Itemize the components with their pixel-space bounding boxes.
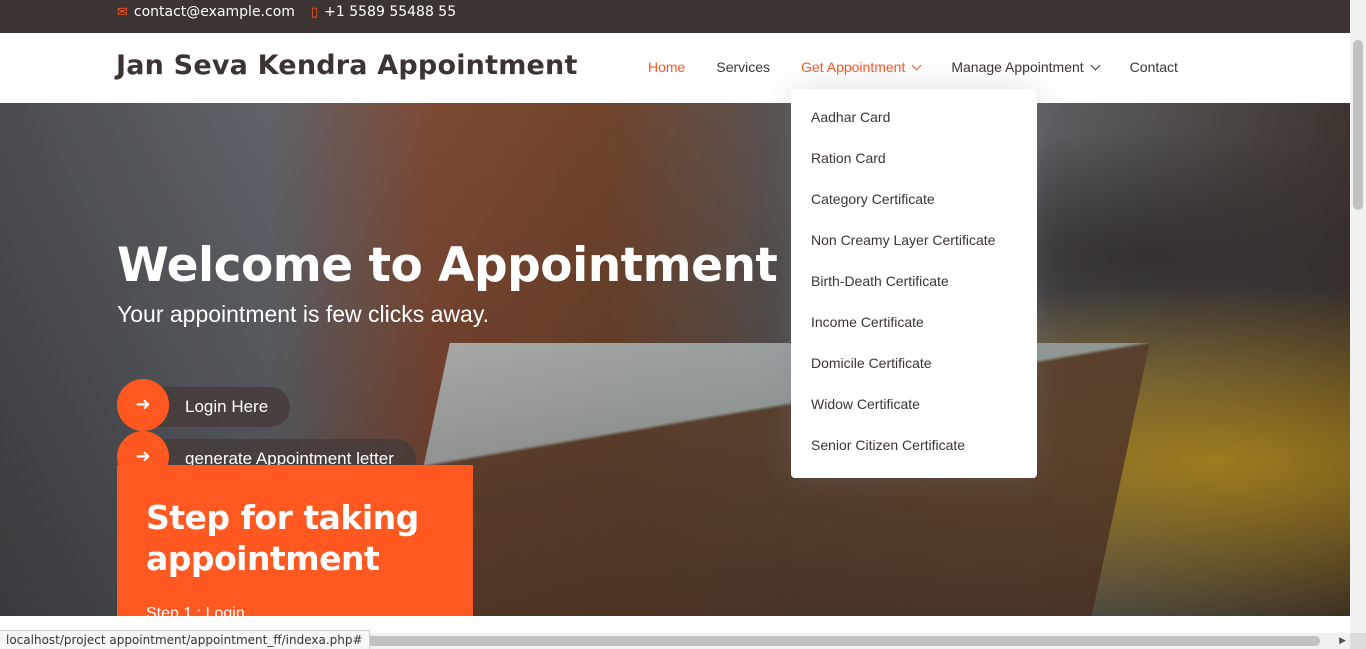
phone-text: +1 5589 55488 55 [324,4,457,20]
email-text: contact@example.com [133,4,295,20]
steps-card: Step for taking appointment Step 1 : Log… [117,465,473,616]
vertical-scrollbar[interactable] [1350,0,1366,633]
dropdown-item-income-certificate[interactable]: Income Certificate [791,314,1037,355]
browser-status-url: localhost/project appointment/appointmen… [0,630,370,649]
steps-title: Step for taking appointment [146,498,419,578]
nav-home-label: Home [648,59,686,75]
dropdown-item-non-creamy-layer[interactable]: Non Creamy Layer Certificate [791,232,1037,273]
nav-services-label: Services [716,59,771,75]
login-button[interactable]: ➜ Login Here [117,378,291,431]
dropdown-item-domicile-certificate[interactable]: Domicile Certificate [791,355,1037,396]
dropdown-item-aadhar-card[interactable]: Aadhar Card [791,109,1037,150]
contact-email[interactable]: ✉ contact@example.com [117,4,295,20]
dropdown-item-category-certificate[interactable]: Category Certificate [791,191,1037,232]
phone-icon: ▯ [311,4,319,20]
nav-get-appointment[interactable]: Get Appointment [801,59,922,75]
contact-phone[interactable]: ▯ +1 5589 55488 55 [311,4,456,20]
hero-subtitle: Your appointment is few clicks away. [117,301,490,327]
main-nav: Home Services Get Appointment Manage App… [648,59,1209,75]
chevron-down-icon [1090,60,1101,70]
dropdown-item-ration-card[interactable]: Ration Card [791,150,1037,191]
dropdown-item-senior-citizen[interactable]: Senior Citizen Certificate [791,437,1037,478]
dropdown-item-birth-death[interactable]: Birth-Death Certificate [791,273,1037,314]
step-1: Step 1 : Login. [146,605,250,616]
nav-manage-appointment-label: Manage Appointment [951,59,1084,75]
dropdown-item-widow-certificate[interactable]: Widow Certificate [791,396,1037,437]
nav-get-appointment-label: Get Appointment [801,59,906,75]
envelope-icon: ✉ [117,4,128,20]
nav-services[interactable]: Services [716,59,770,75]
nav-contact[interactable]: Contact [1130,59,1178,75]
nav-contact-label: Contact [1129,59,1178,75]
hero-title: Welcome to Appointment [117,238,778,293]
chevron-down-icon [911,60,922,70]
login-button-label: Login Here [155,387,291,427]
vertical-scroll-thumb[interactable] [1353,40,1363,210]
arrow-right-icon: ➜ [117,378,169,431]
hero-section: Welcome to Appointment Your appointment … [0,103,1350,616]
get-appointment-dropdown: Aadhar Card Ration Card Category Certifi… [791,89,1037,478]
site-header: Jan Seva Kendra Appointment Home Service… [0,33,1350,103]
top-info-bar: ✉ contact@example.com ▯ +1 5589 55488 55 [0,0,1350,33]
nav-home[interactable]: Home [648,59,685,75]
nav-manage-appointment[interactable]: Manage Appointment [951,59,1101,75]
scroll-right-arrow-icon[interactable]: ▶ [1339,636,1346,646]
site-logo[interactable]: Jan Seva Kendra Appointment [116,50,578,81]
